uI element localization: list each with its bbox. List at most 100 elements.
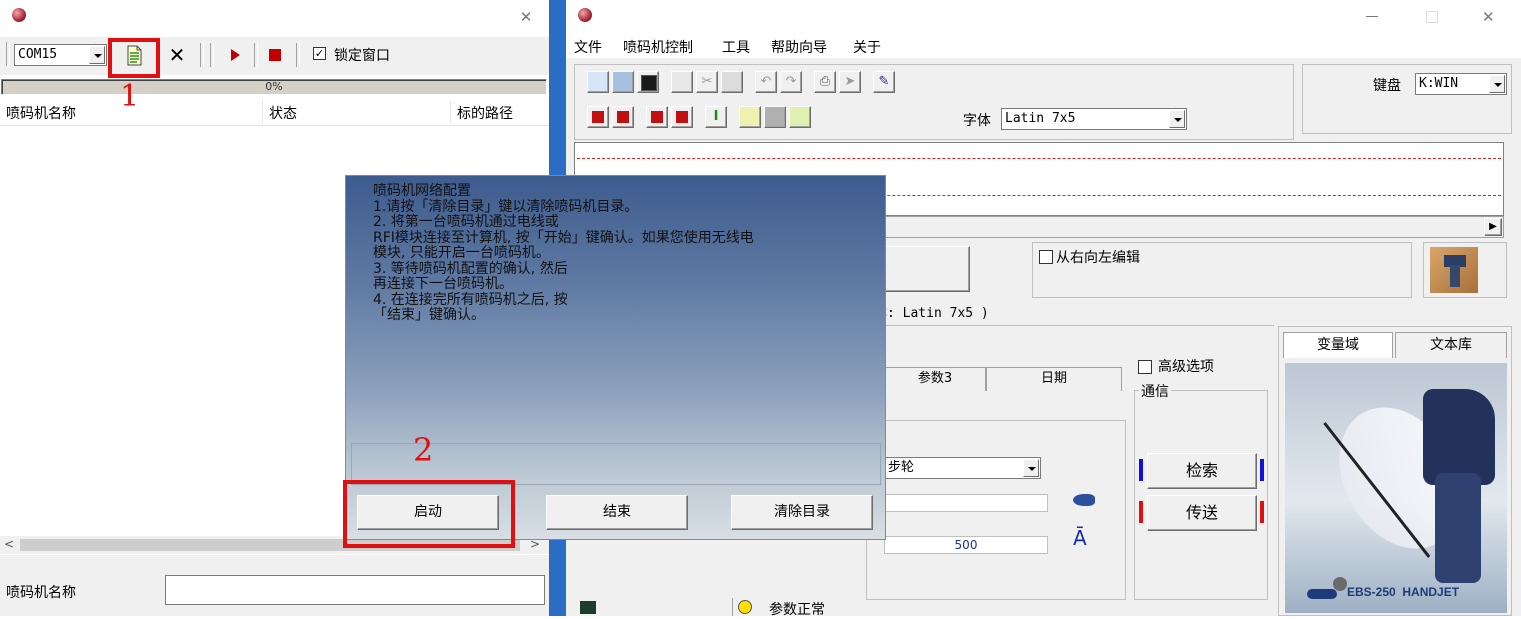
annotation-label-1: 1	[120, 79, 140, 114]
chevron-left-icon[interactable]: <	[4, 537, 14, 551]
density-slider[interactable]: 500	[884, 536, 1048, 554]
minimize-icon[interactable]	[1366, 16, 1378, 17]
dialog-line: 4. 在连接完所有喷码机之后, 按	[373, 291, 568, 308]
chevron-right-icon[interactable]: ▶	[1484, 218, 1502, 236]
barcode-icon[interactable]	[739, 106, 761, 128]
copy-icon[interactable]	[671, 71, 693, 93]
end-button[interactable]: 结束	[546, 495, 688, 530]
column-divider	[450, 101, 451, 123]
pen-icon[interactable]: ✎	[873, 71, 895, 93]
menu-help-wizard[interactable]: 帮助向导	[771, 37, 827, 57]
print-icon[interactable]: ⎙	[814, 71, 836, 93]
close-icon[interactable]: ✕	[517, 8, 535, 26]
maximize-icon[interactable]	[1426, 11, 1438, 23]
app-logo-icon	[578, 8, 592, 22]
left-titlebar: ✕	[0, 0, 549, 36]
toolbar-row-2: I	[579, 103, 879, 133]
play-icon[interactable]	[225, 45, 245, 65]
progress-text: 0%	[265, 80, 283, 93]
insert-field-icon[interactable]	[671, 106, 693, 128]
printer-status-icon	[580, 601, 596, 614]
product-brand-text: EBS-250 HANDJET	[1347, 585, 1460, 599]
status-text: 参数正常	[769, 602, 825, 618]
tab-text-library[interactable]: 文本库	[1395, 332, 1507, 358]
status-bar-blue-left	[1139, 459, 1143, 481]
paste-icon[interactable]	[721, 71, 743, 93]
redo-icon[interactable]: ↷	[780, 71, 802, 93]
font-select[interactable]: Latin 7x5	[1001, 108, 1187, 130]
insert-field-icon[interactable]	[612, 106, 634, 128]
cut-icon[interactable]: ✂	[696, 71, 718, 93]
advanced-checkbox[interactable]	[1138, 360, 1152, 374]
lock-window-checkbox[interactable]: ✓	[313, 47, 326, 60]
status-bar: 参数正常	[566, 598, 1266, 618]
dialog-line: 2. 将第一台喷码机通过电线或	[373, 214, 559, 230]
clear-directory-button[interactable]: 清除目录	[731, 495, 873, 530]
delete-icon[interactable]: ✕	[166, 43, 188, 67]
chevron-down-icon[interactable]	[1169, 110, 1185, 128]
app-logo-icon	[12, 8, 26, 22]
chevron-down-icon[interactable]	[1023, 459, 1039, 477]
advanced-label: 高级选项	[1158, 359, 1214, 375]
toolbar-separator	[296, 43, 300, 67]
insert-field-icon[interactable]	[587, 106, 609, 128]
open-file-icon[interactable]	[612, 71, 634, 93]
dialog-line: 再连接下一台喷码机。	[373, 276, 513, 292]
new-file-icon[interactable]	[587, 71, 609, 93]
rtl-panel: 从右向左编辑	[1032, 242, 1412, 298]
keyboard-select[interactable]: K:WIN	[1415, 73, 1507, 95]
list-header: 喷码机名称 状态 标的路径	[0, 99, 549, 126]
step-select[interactable]: 步轮	[884, 457, 1041, 479]
send-button[interactable]: 传送	[1147, 495, 1257, 531]
dialog-line: 「结束」键确认。	[373, 307, 485, 323]
com-port-select[interactable]: COM15	[14, 44, 107, 66]
bottom-panel: 喷码机名称	[0, 555, 549, 616]
step-value: 步轮	[888, 460, 915, 475]
keyboard-value: K:WIN	[1419, 76, 1459, 91]
search-button[interactable]: 检索	[1147, 453, 1257, 489]
menu-tools[interactable]: 工具	[722, 37, 750, 57]
rtl-checkbox[interactable]	[1039, 250, 1053, 264]
save-icon[interactable]	[637, 71, 659, 93]
stop-icon[interactable]	[265, 45, 285, 65]
printer-name-input[interactable]	[165, 575, 545, 605]
right-side-panel: 变量域 文本库 EBS-250 HANDJET	[1278, 326, 1512, 616]
column-header-name[interactable]: 喷码机名称	[6, 103, 76, 123]
toolbar-separator	[254, 43, 258, 67]
send-arrow-icon[interactable]: ➤	[839, 71, 861, 93]
right-titlebar: ✕	[566, 0, 1521, 34]
tab-date[interactable]: 日期	[986, 367, 1122, 391]
comm-group: 通信 检索 传送	[1134, 381, 1268, 600]
printer-name-label: 喷码机名称	[6, 585, 76, 601]
column-divider	[262, 101, 263, 123]
chevron-down-icon[interactable]	[1489, 75, 1505, 93]
insert-field-icon[interactable]	[646, 106, 668, 128]
toolbar-separator	[200, 43, 204, 67]
font-value: Latin 7x5	[1005, 111, 1076, 126]
dialog-line: 1.请按「清除目录」键以清除喷码机目录。	[373, 198, 639, 215]
smiley-icon	[738, 600, 752, 614]
chevron-down-icon[interactable]	[89, 46, 105, 64]
image-icon[interactable]	[764, 106, 786, 128]
menu-about[interactable]: 关于	[853, 37, 881, 57]
handjet-image	[1430, 247, 1478, 293]
font-info-text: 体: Latin 7x5 )	[874, 306, 989, 321]
menu-file[interactable]: 文件	[574, 37, 602, 57]
status-bar-blue-right	[1260, 459, 1264, 481]
annotation-highlight-1	[108, 38, 160, 78]
text-cursor-icon[interactable]: I	[705, 106, 727, 128]
close-icon[interactable]: ✕	[1482, 8, 1495, 26]
handjet-thumbnail	[1423, 242, 1507, 298]
end-button-label: 结束	[603, 504, 631, 520]
tab-variable-fields[interactable]: 变量域	[1283, 332, 1393, 358]
column-header-status[interactable]: 状态	[269, 103, 297, 123]
undo-icon[interactable]: ↶	[755, 71, 777, 93]
rtl-label: 从右向左编辑	[1056, 250, 1140, 266]
speed-slider[interactable]	[884, 494, 1048, 512]
progress-bar: 0%	[1, 79, 547, 95]
counter-icon[interactable]	[789, 106, 811, 128]
tab-param3[interactable]: 参数3	[884, 367, 986, 391]
column-header-path[interactable]: 标的路径	[457, 103, 513, 123]
menu-printer-control[interactable]: 喷码机控制	[623, 37, 693, 57]
send-label: 传送	[1185, 503, 1218, 522]
